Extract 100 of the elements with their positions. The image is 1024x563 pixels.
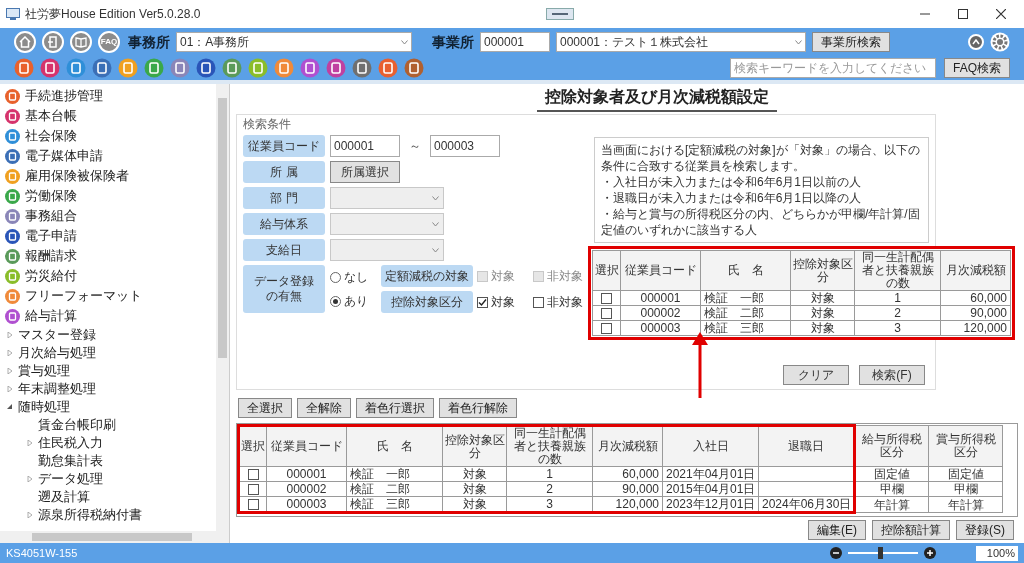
row-checkbox[interactable] bbox=[247, 468, 259, 480]
nav-button[interactable] bbox=[42, 31, 64, 53]
tree-item[interactable]: 源泉所得税納付書 bbox=[0, 506, 216, 524]
sidebar-item[interactable]: 社会保険 bbox=[0, 126, 216, 146]
zoom-out-icon[interactable] bbox=[830, 547, 842, 559]
selection-button[interactable]: 着色行選択 bbox=[356, 398, 434, 418]
search-action-button[interactable]: クリア bbox=[783, 365, 849, 385]
app-icon[interactable] bbox=[404, 58, 424, 78]
app-icon[interactable] bbox=[326, 58, 346, 78]
footer-button[interactable]: 控除額計算 bbox=[872, 520, 950, 540]
dropdown-field[interactable] bbox=[330, 239, 444, 261]
sidebar-label: 労働保険 bbox=[25, 187, 77, 206]
nav-button[interactable] bbox=[14, 31, 36, 53]
radio-button[interactable] bbox=[330, 271, 341, 283]
affiliation-select-button[interactable]: 所属選択 bbox=[330, 161, 400, 183]
app-icon[interactable] bbox=[170, 58, 190, 78]
expanded-caret-icon[interactable] bbox=[7, 404, 13, 410]
sidebar-item[interactable]: 雇用保険被保険者 bbox=[0, 166, 216, 186]
nav-button[interactable] bbox=[70, 31, 92, 53]
tree-item[interactable]: 随時処理 bbox=[0, 398, 216, 416]
row-checkbox[interactable] bbox=[247, 498, 259, 510]
field-label: 定額減税の対象 bbox=[381, 265, 473, 287]
collapsed-caret-icon[interactable] bbox=[7, 386, 13, 392]
search-action-button[interactable]: 検索(F) bbox=[859, 365, 925, 385]
code-from-field[interactable]: 000001 bbox=[330, 135, 400, 157]
collapsed-caret-icon[interactable] bbox=[7, 368, 13, 374]
tree-item[interactable]: 遡及計算 bbox=[0, 488, 216, 506]
sidebar-item[interactable]: 電子媒体申請 bbox=[0, 146, 216, 166]
collapse-up-icon[interactable] bbox=[968, 34, 984, 50]
app-icon[interactable] bbox=[300, 58, 320, 78]
sidebar-item[interactable]: 労働保険 bbox=[0, 186, 216, 206]
app-icon[interactable] bbox=[66, 58, 86, 78]
tree-item[interactable]: マスター登録 bbox=[0, 326, 216, 344]
book-icon bbox=[75, 36, 87, 48]
tree-item[interactable]: 月次給与処理 bbox=[0, 344, 216, 362]
selection-button[interactable]: 着色行解除 bbox=[439, 398, 517, 418]
checkbox[interactable] bbox=[477, 296, 488, 308]
app-icon[interactable] bbox=[248, 58, 268, 78]
faq-search-button[interactable]: FAQ検索 bbox=[944, 58, 1010, 78]
zoom-in-icon[interactable] bbox=[924, 547, 936, 559]
site-search-button[interactable]: 事業所検索 bbox=[812, 32, 890, 52]
site-code-field[interactable]: 000001 bbox=[480, 32, 550, 52]
tree-item[interactable]: 賞与処理 bbox=[0, 362, 216, 380]
radio-button[interactable] bbox=[330, 295, 341, 307]
app-icon[interactable] bbox=[118, 58, 138, 78]
field-label: 部 門 bbox=[243, 187, 325, 209]
tree-item[interactable]: 勤怠集計表 bbox=[0, 452, 216, 470]
settings-icon[interactable] bbox=[990, 32, 1010, 52]
maximize-icon[interactable] bbox=[958, 9, 968, 19]
code-to-field[interactable]: 000003 bbox=[430, 135, 500, 157]
field-label: 給与体系 bbox=[243, 213, 325, 235]
dropdown-field[interactable] bbox=[330, 187, 444, 209]
tree-item[interactable]: 住民税入力 bbox=[0, 434, 216, 452]
zoom-slider[interactable] bbox=[848, 547, 918, 559]
footer-button[interactable]: 編集(E) bbox=[808, 520, 866, 540]
footer-button[interactable]: 登録(S) bbox=[956, 520, 1014, 540]
office-select[interactable]: 01：A事務所 bbox=[176, 32, 412, 52]
screen-title: 控除対象者及び月次減税額設定 bbox=[537, 85, 777, 112]
sidebar-item[interactable]: 電子申請 bbox=[0, 226, 216, 246]
row-checkbox[interactable] bbox=[601, 307, 612, 319]
collapsed-caret-icon[interactable] bbox=[27, 512, 33, 518]
collapsed-caret-icon[interactable] bbox=[7, 332, 13, 338]
sidebar-item[interactable]: 事務組合 bbox=[0, 206, 216, 226]
dropdown-field[interactable] bbox=[330, 213, 444, 235]
collapsed-caret-icon[interactable] bbox=[27, 476, 33, 482]
tree-item[interactable]: 賃金台帳印刷 bbox=[0, 416, 216, 434]
sidebar-item[interactable]: 給与計算 bbox=[0, 306, 216, 326]
close-icon[interactable] bbox=[996, 9, 1006, 19]
zoom-slider-thumb[interactable] bbox=[877, 547, 883, 559]
app-icon[interactable] bbox=[222, 58, 242, 78]
vertical-scrollbar[interactable] bbox=[216, 84, 229, 531]
app-icon[interactable] bbox=[144, 58, 164, 78]
selection-button[interactable]: 全解除 bbox=[297, 398, 351, 418]
app-icon[interactable] bbox=[14, 58, 34, 78]
sidebar-item[interactable]: 労災給付 bbox=[0, 266, 216, 286]
row-checkbox[interactable] bbox=[601, 322, 612, 334]
app-icon[interactable] bbox=[196, 58, 216, 78]
sidebar-item[interactable]: 手続進捗管理 bbox=[0, 86, 216, 106]
app-icon[interactable] bbox=[378, 58, 398, 78]
sidebar-item[interactable]: 基本台帳 bbox=[0, 106, 216, 126]
site-select[interactable]: 000001：テスト１株式会社 bbox=[556, 32, 806, 52]
selection-button[interactable]: 全選択 bbox=[238, 398, 292, 418]
row-checkbox[interactable] bbox=[601, 292, 612, 304]
collapsed-caret-icon[interactable] bbox=[7, 350, 13, 356]
app-icon[interactable] bbox=[352, 58, 372, 78]
keyword-search-field[interactable]: 検索キーワードを入力してください bbox=[730, 58, 936, 78]
app-icon[interactable] bbox=[40, 58, 60, 78]
app-icon[interactable] bbox=[274, 58, 294, 78]
ribbon-toggle-icon[interactable] bbox=[546, 8, 575, 20]
tree-item[interactable]: 年末調整処理 bbox=[0, 380, 216, 398]
checkbox[interactable] bbox=[533, 296, 544, 308]
horizontal-scrollbar[interactable] bbox=[0, 531, 229, 543]
sidebar-item[interactable]: 報酬請求 bbox=[0, 246, 216, 266]
row-checkbox[interactable] bbox=[247, 483, 259, 495]
app-icon[interactable] bbox=[92, 58, 112, 78]
screen-id: KS4051W-155 bbox=[6, 545, 78, 561]
tree-label: 年末調整処理 bbox=[18, 380, 96, 399]
tree-item[interactable]: データ処理 bbox=[0, 470, 216, 488]
collapsed-caret-icon[interactable] bbox=[27, 440, 33, 446]
sidebar-item[interactable]: フリーフォーマット bbox=[0, 286, 216, 306]
